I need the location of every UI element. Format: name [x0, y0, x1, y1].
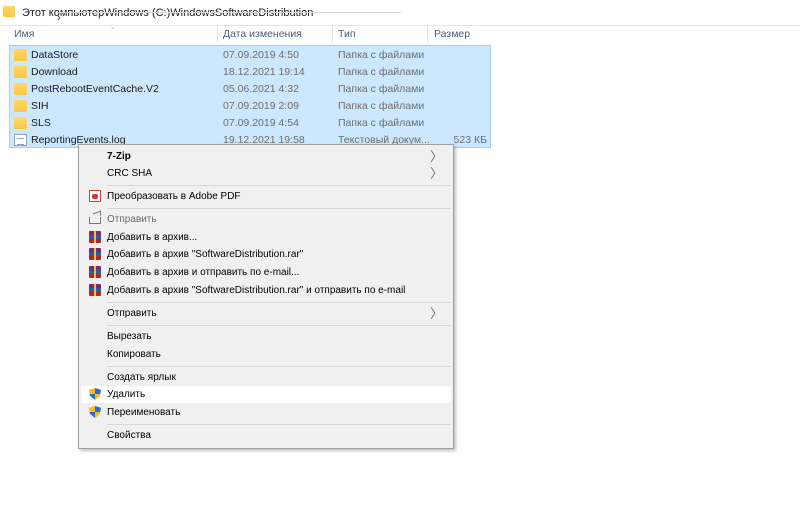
file-name: Download — [31, 66, 78, 78]
menu-item-label: Создать ярлык — [107, 372, 176, 383]
menu-item-label: Добавить в архив и отправить по e-mail..… — [107, 267, 300, 278]
file-row[interactable]: SIH 07.09.2019 2:09 Папка с файлами — [9, 98, 491, 115]
chevron-right-icon: 〉 — [429, 149, 443, 164]
chevron-right-icon: 〉 — [429, 166, 443, 181]
file-date: 07.09.2019 4:50 — [223, 49, 299, 61]
file-date: 18.12.2021 19:14 — [223, 66, 305, 78]
share-icon — [89, 217, 101, 224]
folder-icon — [14, 117, 27, 129]
menu-item-cut[interactable]: Вырезать — [81, 328, 451, 345]
menu-item-label: Добавить в архив "SoftwareDistribution.r… — [107, 285, 406, 296]
column-divider[interactable] — [332, 25, 333, 43]
file-date: 05.06.2021 4:32 — [223, 83, 299, 95]
column-date[interactable]: Дата изменения — [223, 25, 302, 43]
column-divider[interactable] — [217, 25, 218, 43]
adobe-pdf-icon — [89, 190, 101, 202]
menu-separator — [107, 185, 451, 186]
column-divider[interactable] — [427, 25, 428, 43]
breadcrumb: Этот компьютер › Windows (C:) › Windows … — [22, 0, 401, 25]
menu-item-label: Добавить в архив "SoftwareDistribution.r… — [107, 249, 304, 260]
file-type: Папка с файлами — [338, 83, 425, 95]
menu-item-label: Отправить — [107, 308, 157, 319]
file-name: PostRebootEventCache.V2 — [31, 83, 159, 95]
menu-item-label: Свойства — [107, 430, 151, 441]
menu-item-create-shortcut[interactable]: Создать ярлык — [81, 369, 451, 386]
menu-item-send-to[interactable]: Отправить 〉 — [81, 305, 451, 322]
file-row[interactable]: DataStore 07.09.2019 4:50 Папка с файлам… — [9, 47, 491, 64]
winrar-icon — [89, 231, 101, 243]
winrar-icon — [89, 248, 101, 260]
menu-item-crc-sha[interactable]: CRC SHA 〉 — [81, 165, 451, 182]
menu-item-copy[interactable]: Копировать — [81, 346, 451, 363]
column-type[interactable]: Тип — [338, 25, 356, 43]
file-type: Папка с файлами — [338, 66, 425, 78]
winrar-icon — [89, 284, 101, 296]
winrar-icon — [89, 266, 101, 278]
file-name: SLS — [31, 117, 51, 129]
menu-item-add-archive-named[interactable]: Добавить в архив "SoftwareDistribution.r… — [81, 246, 451, 263]
menu-item-label: Переименовать — [107, 407, 181, 418]
file-date: 07.09.2019 4:54 — [223, 117, 299, 129]
column-header: Имя ⌄ Дата изменения Тип Размер — [0, 24, 492, 43]
menu-item-properties[interactable]: Свойства — [81, 427, 451, 444]
menu-separator — [107, 325, 451, 326]
menu-item-label: CRC SHA — [107, 168, 153, 179]
file-name: SIH — [31, 100, 49, 112]
folder-icon — [3, 6, 15, 17]
file-type: Папка с файлами — [338, 117, 425, 129]
folder-icon — [14, 83, 27, 95]
menu-item-add-archive-email[interactable]: Добавить в архив и отправить по e-mail..… — [81, 264, 451, 281]
menu-separator — [107, 208, 451, 209]
menu-item-label: Копировать — [107, 349, 161, 360]
menu-item-add-archive[interactable]: Добавить в архив... — [81, 229, 451, 246]
column-size[interactable]: Размер — [434, 25, 470, 43]
menu-item-convert-pdf[interactable]: Преобразовать в Adobe PDF — [81, 188, 451, 205]
chevron-right-icon: 〉 — [429, 306, 443, 321]
menu-item-7zip[interactable]: 7-Zip 〉 — [81, 148, 451, 165]
menu-item-label: Отправить — [107, 214, 157, 225]
file-type: Папка с файлами — [338, 49, 425, 61]
menu-item-share[interactable]: Отправить — [81, 211, 451, 228]
uac-shield-icon — [89, 406, 101, 418]
text-document-icon — [14, 134, 27, 146]
file-row[interactable]: Download 18.12.2021 19:14 Папка с файлам… — [9, 64, 491, 81]
menu-item-label: Удалить — [107, 389, 146, 400]
menu-item-label: Вырезать — [107, 331, 152, 342]
menu-separator — [107, 366, 451, 367]
file-type: Папка с файлами — [338, 100, 425, 112]
menu-item-delete[interactable]: Удалить — [81, 386, 451, 403]
file-name: DataStore — [31, 49, 79, 61]
menu-item-label: Преобразовать в Adobe PDF — [107, 191, 241, 202]
address-bar[interactable]: Этот компьютер › Windows (C:) › Windows … — [0, 0, 800, 26]
folder-icon — [14, 49, 27, 61]
file-row[interactable]: SLS 07.09.2019 4:54 Папка с файлами — [9, 115, 491, 132]
menu-item-rename[interactable]: Переименовать — [81, 404, 451, 421]
context-menu: 7-Zip 〉 CRC SHA 〉 Преобразовать в Adobe … — [78, 144, 454, 449]
file-date: 07.09.2019 2:09 — [223, 100, 299, 112]
uac-shield-icon — [89, 388, 101, 400]
folder-icon — [14, 100, 27, 112]
menu-separator — [107, 302, 451, 303]
menu-item-label: Добавить в архив... — [107, 232, 198, 243]
chevron-right-icon[interactable]: › — [57, 12, 401, 24]
column-name[interactable]: Имя — [14, 25, 34, 43]
menu-item-add-archive-named-email[interactable]: Добавить в архив "SoftwareDistribution.r… — [81, 282, 451, 299]
folder-icon — [14, 66, 27, 78]
menu-item-label: 7-Zip — [107, 151, 131, 162]
menu-separator — [107, 424, 451, 425]
file-row[interactable]: PostRebootEventCache.V2 05.06.2021 4:32 … — [9, 81, 491, 98]
sort-caret-icon: ⌄ — [110, 24, 116, 31]
